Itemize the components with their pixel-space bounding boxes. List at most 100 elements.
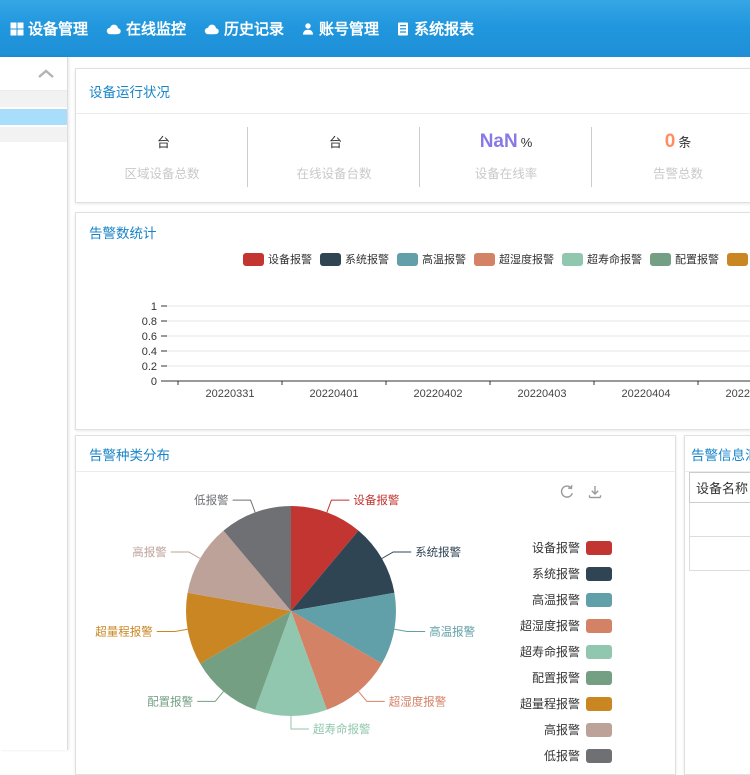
legend-color-chip	[586, 593, 612, 607]
legend-label: 超湿度报警	[499, 251, 554, 267]
pie-legend-item[interactable]: 超湿度报警	[520, 617, 612, 634]
pie-slice-label: 低报警	[194, 493, 229, 507]
nav-item-system-reports[interactable]: 系统报表	[396, 18, 474, 39]
legend-item[interactable]: 高温报警	[397, 251, 466, 267]
legend-color-chip	[586, 723, 612, 737]
nav-item-device-management[interactable]: 设备管理	[10, 18, 88, 39]
stat-label: 告警总数	[592, 163, 750, 182]
legend-label: 设备报警	[532, 539, 580, 556]
grid-icon	[10, 22, 24, 36]
legend-color-chip	[727, 253, 748, 266]
legend-label: 系统报警	[532, 565, 580, 582]
x-axis-tick-label: 20220405	[726, 388, 750, 400]
sidebar-tree-row-selected[interactable]	[0, 109, 67, 125]
stat-number: NaN	[480, 131, 518, 152]
legend-label: 超湿度报警	[520, 617, 580, 634]
legend-color-chip	[586, 645, 612, 659]
legend-item[interactable]: 超寿命报警	[562, 251, 642, 267]
nav-item-online-monitoring[interactable]: 在线监控	[105, 18, 186, 39]
legend-item[interactable]: 系统报警	[320, 251, 389, 267]
pie-legend-item[interactable]: 系统报警	[532, 565, 612, 582]
stat-value: 台	[248, 131, 420, 154]
cloud-icon	[203, 23, 220, 35]
y-axis-tick-label: 1	[151, 301, 157, 313]
sidebar-tree-row[interactable]	[0, 91, 67, 107]
stat-label: 在线设备台数	[248, 163, 420, 182]
pie-legend-item[interactable]: 配置报警	[532, 669, 612, 686]
pie-chart-legend: 设备报警系统报警高温报警超湿度报警超寿命报警配置报警超量程报警高报警低报警	[520, 539, 612, 764]
stat-unit: 条	[678, 135, 691, 150]
sidebar-tree-row[interactable]	[0, 127, 67, 142]
legend-label: 配置报警	[532, 669, 580, 686]
pie-slice-label: 超寿命报警	[313, 722, 371, 736]
legend-label: 高温报警	[532, 591, 580, 608]
legend-label: 高温报警	[422, 251, 466, 267]
pie-slice-label: 设备报警	[353, 493, 399, 507]
table-row	[690, 537, 750, 571]
legend-item[interactable]: 配置报警	[650, 251, 719, 267]
pie-label-line	[233, 500, 256, 512]
stat-unit: 台	[157, 135, 170, 150]
legend-item[interactable]: 超湿度报警	[474, 251, 554, 267]
stat-alarm-total: 0条 告警总数	[592, 114, 750, 204]
nav-item-account-management[interactable]: 账号管理	[301, 18, 379, 39]
legend-item[interactable]: 超量程报警	[727, 251, 750, 267]
legend-label: 系统报警	[345, 251, 389, 267]
legend-item[interactable]: 设备报警	[243, 251, 312, 267]
pie-legend-item[interactable]: 高报警	[544, 721, 612, 738]
legend-color-chip	[586, 541, 612, 555]
line-chart-legend: 设备报警 系统报警 高温报警 超湿度报警 超寿命报警 配置报警超量程报警	[243, 251, 750, 267]
y-axis-tick-label: 0.2	[142, 361, 157, 373]
alarm-count-line-chart: 00.20.40.60.8120220331202204012022040220…	[76, 288, 750, 423]
pie-label-line	[157, 629, 188, 631]
pie-legend-item[interactable]: 超寿命报警	[520, 643, 612, 660]
device-tree-sidebar	[0, 57, 68, 750]
stat-label: 设备在线率	[420, 163, 592, 182]
cloud-icon	[105, 23, 122, 35]
pie-label-line	[327, 500, 350, 512]
nav-item-label: 账号管理	[319, 18, 379, 39]
legend-color-chip	[586, 671, 612, 685]
pie-label-line	[171, 552, 200, 559]
sidebar-collapse-bar	[0, 57, 67, 91]
stat-unit: 台	[329, 135, 342, 150]
legend-color-chip	[474, 253, 495, 266]
stat-unit: %	[521, 135, 533, 150]
stat-value: 台	[76, 131, 248, 154]
nav-item-history[interactable]: 历史记录	[203, 18, 284, 39]
x-axis-tick-label: 20220401	[310, 388, 359, 400]
panel-title: 设备运行状况	[76, 69, 750, 114]
legend-label: 配置报警	[675, 251, 719, 267]
table-header-device-name: 设备名称	[690, 473, 750, 503]
nav-item-label: 系统报表	[414, 18, 474, 39]
pie-label-line	[291, 716, 309, 729]
pie-slice-label: 高温报警	[429, 625, 475, 639]
pie-legend-item[interactable]: 超量程报警	[520, 695, 612, 712]
nav-item-label: 设备管理	[28, 18, 88, 39]
pie-slice-label: 系统报警	[415, 545, 461, 559]
legend-label: 超寿命报警	[520, 643, 580, 660]
pie-legend-item[interactable]: 设备报警	[532, 539, 612, 556]
legend-label: 高报警	[544, 721, 580, 738]
x-axis-tick-label: 20220402	[414, 388, 463, 400]
legend-color-chip	[586, 567, 612, 581]
pie-label-line	[197, 691, 223, 701]
top-navbar: 设备管理 在线监控 历史记录 账号管理 系统报表	[0, 0, 750, 57]
stat-region-device-total: 台 区域设备总数	[76, 114, 248, 204]
pie-slice-label: 超量程报警	[95, 625, 153, 639]
legend-color-chip	[586, 749, 612, 763]
chevron-up-icon[interactable]	[37, 69, 55, 78]
y-axis-tick-label: 0.6	[142, 331, 157, 343]
nav-item-label: 在线监控	[126, 18, 186, 39]
pie-label-line	[359, 691, 385, 701]
pie-legend-item[interactable]: 高温报警	[532, 591, 612, 608]
line-chart-axes: 00.20.40.60.8120220331202204012022040220…	[142, 301, 750, 400]
pie-slice-label: 配置报警	[147, 694, 193, 708]
y-axis-tick-label: 0	[151, 376, 157, 388]
user-icon	[301, 22, 315, 36]
device-status-stats: 台 区域设备总数 台 在线设备台数 NaN% 设备在线率 0条 告警总数	[76, 114, 750, 204]
legend-label: 超寿命报警	[587, 251, 642, 267]
x-axis-tick-label: 20220404	[622, 388, 671, 400]
pie-label-line	[394, 629, 425, 631]
panel-title: 告警信息汇总	[685, 436, 750, 472]
